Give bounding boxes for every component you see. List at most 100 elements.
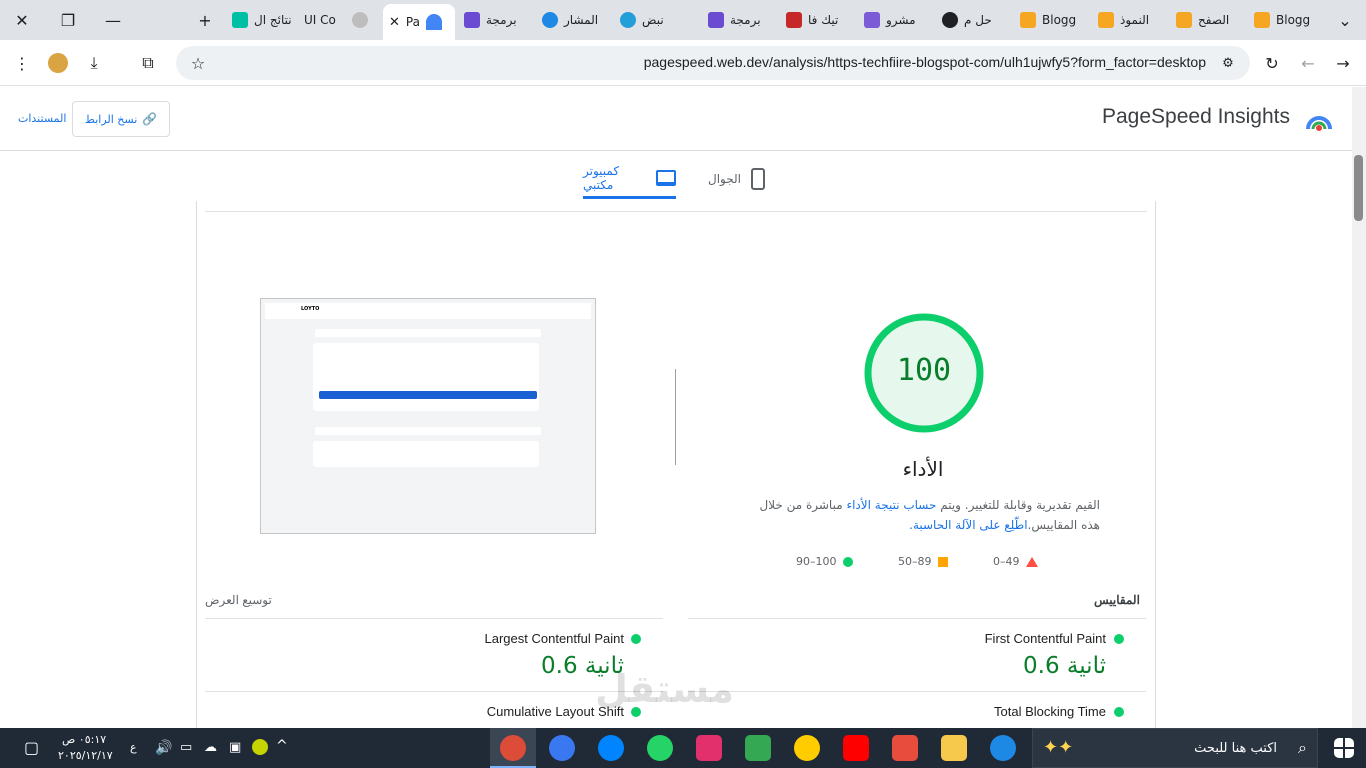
expand-view-button[interactable]: توسيع العرض (205, 593, 272, 607)
bookmark-star-icon[interactable]: ☆ (186, 51, 210, 75)
app-icon[interactable] (549, 735, 575, 761)
divider (688, 618, 1146, 619)
tab-6[interactable]: مشرو (858, 6, 930, 34)
clock-time[interactable]: ٠٥:١٧ ص (62, 733, 106, 746)
score-value: 100 (896, 353, 952, 388)
metric-name: First Contentful Paint (984, 631, 1106, 646)
coding-icon (464, 12, 480, 28)
green-circle-icon (1114, 634, 1124, 644)
back-icon[interactable]: → (1331, 51, 1355, 75)
messenger-icon[interactable] (598, 735, 624, 761)
metric-value: 0.6 ثانية (1023, 653, 1106, 679)
language-indicator[interactable]: ع (130, 741, 137, 754)
network-icon[interactable]: ▭ (180, 740, 192, 755)
file-explorer-icon[interactable] (941, 735, 967, 761)
chrome-taskbar-button[interactable] (490, 728, 536, 768)
store-icon[interactable] (892, 735, 918, 761)
chevron-up-icon[interactable]: ^ (276, 738, 288, 754)
tab-strip: ⌄ Blogg الصفح النموذ Blogg حل م مشرو تيك… (0, 0, 1366, 40)
tab-14[interactable]: UI Co (298, 6, 344, 34)
legend-fail: 0–49 (993, 555, 1038, 568)
tab-search-icon[interactable]: ⌄ (1333, 8, 1357, 32)
divider (205, 618, 663, 619)
site-icon (786, 12, 802, 28)
download-icon[interactable]: ⤓ (82, 51, 106, 75)
taskbar-search[interactable]: ⌕ اكتب هنا للبحث ✦✦ (1032, 728, 1318, 768)
tray-app-icon[interactable] (252, 739, 268, 755)
chrome-icon (500, 735, 526, 761)
youtube-icon[interactable] (843, 735, 869, 761)
phone-icon (751, 168, 765, 190)
perf-score-link[interactable]: حساب نتيجة الأداء (846, 498, 936, 512)
play-store-icon[interactable] (745, 735, 771, 761)
screenshot-header: LOYTO (265, 303, 591, 319)
docs-link[interactable]: المستندات (18, 112, 66, 125)
tab-2[interactable]: الصفح (1170, 6, 1242, 34)
tab-13[interactable] (346, 6, 380, 34)
copy-link-button[interactable]: نسخ الرابط 🔗 (72, 101, 170, 137)
tab-close-icon[interactable]: ✕ (389, 15, 400, 30)
avatar[interactable] (46, 51, 70, 75)
volume-icon[interactable]: 🔊 (155, 740, 172, 756)
onedrive-icon[interactable]: ☁ (204, 740, 217, 755)
address-bar[interactable]: ⚙ pagespeed.web.dev/analysis/https-techf… (176, 46, 1250, 80)
screenshot-card (313, 343, 539, 411)
link-icon: 🔗 (142, 112, 158, 126)
taskbar: ⌕ اكتب هنا للبحث ✦✦ ٠٥:١٧ ص ٢٠٢٥/١٢/١٧ ع… (0, 728, 1366, 768)
tab-label: Blogg (1276, 13, 1311, 27)
blogger-icon (1020, 12, 1036, 28)
page-content: PageSpeed Insights نسخ الرابط 🔗 المستندا… (0, 87, 1352, 728)
extensions-icon[interactable]: ⧉ (136, 51, 160, 75)
tab-pagespeed-active[interactable]: Pa ✕ (383, 4, 455, 40)
legend-avg-label: 50–89 (898, 555, 932, 568)
browser-toolbar: → ← ↻ ⚙ pagespeed.web.dev/analysis/https… (0, 40, 1366, 86)
edge-icon[interactable] (990, 735, 1016, 761)
tab-3[interactable]: النموذ (1092, 6, 1164, 34)
tab-label: نتائج ال (254, 13, 292, 27)
orange-square-icon (937, 556, 948, 567)
pagespeed-icon (425, 14, 442, 30)
chrome-alt-icon[interactable] (794, 735, 820, 761)
tab-9[interactable]: نبض (614, 6, 694, 34)
windows-start-icon[interactable] (1334, 738, 1354, 758)
instagram-icon[interactable] (696, 735, 722, 761)
green-circle-icon (842, 556, 853, 567)
site-info-icon[interactable]: ⚙ (1216, 51, 1240, 75)
tab-15[interactable]: نتائج ال (226, 6, 296, 34)
calculator-link[interactable]: اطّلِع على الآلة الحاسبة. (909, 518, 1027, 532)
tab-desktop-label: كمبيوتر مكتبي (583, 163, 620, 192)
reload-icon[interactable]: ↻ (1260, 51, 1284, 75)
menu-icon[interactable]: ⋮ (10, 51, 34, 75)
tray-app-icon[interactable]: ▣ (229, 740, 241, 755)
close-window-icon[interactable]: ✕ (10, 8, 34, 32)
whatsapp-icon[interactable] (647, 735, 673, 761)
tab-4[interactable]: Blogg (1014, 6, 1086, 34)
tab-mobile[interactable]: الجوال (708, 159, 765, 199)
tab-10[interactable]: المشار (536, 6, 608, 34)
legend-fail-label: 0–49 (993, 555, 1020, 568)
tab-8[interactable]: برمجة (702, 6, 774, 34)
screenshot-card (313, 441, 539, 467)
forward-icon[interactable]: ← (1296, 51, 1320, 75)
tab-5[interactable]: حل م (936, 6, 1008, 34)
restore-icon[interactable]: ❐ (56, 8, 80, 32)
tab-mobile-label: الجوال (708, 172, 741, 186)
screenshot-bar (315, 329, 541, 337)
clock-date[interactable]: ٢٠٢٥/١٢/١٧ (58, 749, 113, 762)
divider (205, 211, 1147, 212)
new-tab-icon[interactable]: + (193, 8, 217, 32)
tab-1[interactable]: Blogg (1248, 6, 1320, 34)
performance-description: القيم تقديرية وقابلة للتغيير. ويتم حساب … (740, 495, 1100, 535)
tab-desktop[interactable]: كمبيوتر مكتبي (583, 159, 676, 199)
site-icon (542, 12, 558, 28)
desc-text: القيم تقديرية وقابلة للتغيير. ويتم (936, 498, 1100, 512)
scrollbar[interactable] (1352, 87, 1366, 728)
scrollbar-thumb[interactable] (1354, 155, 1363, 221)
search-icon: ⌕ (1298, 738, 1307, 757)
minimize-icon[interactable]: — (101, 8, 125, 32)
tab-7[interactable]: تيك فا (780, 6, 852, 34)
notification-icon[interactable]: ▢ (24, 738, 39, 757)
metric-name: Largest Contentful Paint (484, 631, 624, 646)
tab-11[interactable]: برمجة (458, 6, 530, 34)
globe-icon (352, 12, 368, 28)
